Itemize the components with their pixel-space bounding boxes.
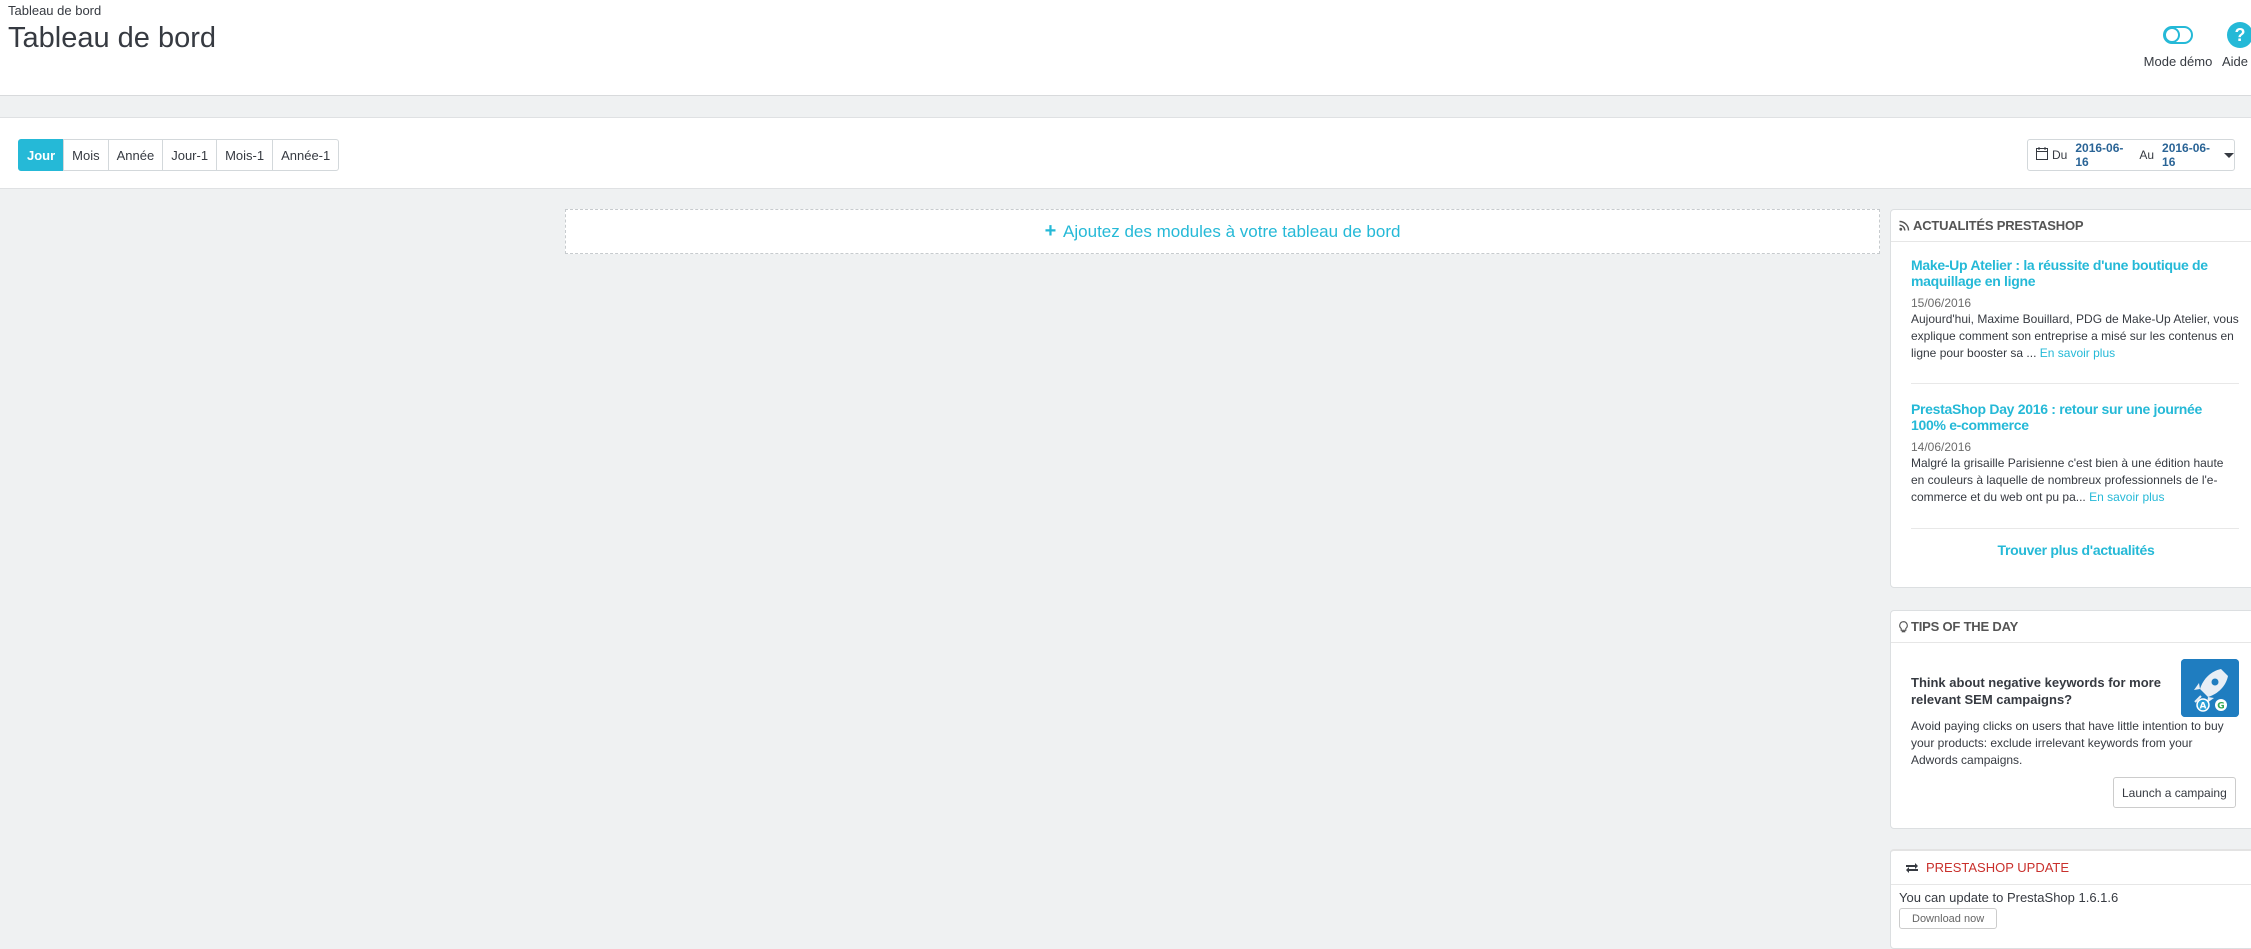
period-buttons: Jour Mois Année Jour-1 Mois-1 Année-1 <box>18 139 340 171</box>
period-annee-button[interactable]: Année <box>107 139 164 171</box>
period-annee-1-button[interactable]: Année-1 <box>272 139 340 171</box>
news-date: 15/06/2016 <box>1911 296 1972 310</box>
news-excerpt: Malgré la grisaille Parisienne c'est bie… <box>1911 455 2239 506</box>
news-title-link[interactable]: Make-Up Atelier : la réussite d'une bout… <box>1911 257 2239 289</box>
demo-mode-label: Mode démo <box>2143 54 2213 69</box>
tip-text: Avoid paying clicks on users that have l… <box>1911 719 2224 767</box>
help-label: Aide <box>2222 54 2249 69</box>
tip-title: Think about negative keywords for more r… <box>1911 675 2161 707</box>
demo-mode-button[interactable]: Mode démo <box>2136 18 2220 69</box>
download-now-button[interactable]: Download now <box>1899 908 1998 929</box>
news-panel: Actualités PrestaShop Make-Up Atelier : … <box>1890 209 2251 588</box>
breadcrumb[interactable]: Tableau de bord <box>8 3 101 18</box>
news-item: Make-Up Atelier : la réussite d'une bout… <box>1911 257 2239 362</box>
news-panel-heading: Actualités PrestaShop <box>1891 210 2251 242</box>
update-text: You can update to PrestaShop 1.6.1.6 <box>1899 890 2119 905</box>
news-excerpt: Aujourd'hui, Maxime Bouillard, PDG de Ma… <box>1911 311 2239 362</box>
date-to: 2016-06-16 <box>2162 141 2211 169</box>
news-divider <box>1911 383 2239 384</box>
news-excerpt-text: Malgré la grisaille Parisienne c'est bie… <box>1911 456 2224 504</box>
svg-text:G: G <box>2217 702 2224 712</box>
calendar-icon <box>2036 147 2048 163</box>
help-button[interactable]: ? Aide <box>2222 18 2251 69</box>
read-more-link[interactable]: En savoir plus <box>2089 490 2164 504</box>
more-news-link[interactable]: Trouver plus d'actualités <box>1891 542 2251 558</box>
toggle-icon <box>2136 18 2220 54</box>
period-jour-1-button[interactable]: Jour-1 <box>162 139 218 171</box>
page-title: Tableau de bord <box>8 22 216 54</box>
lightbulb-icon <box>1899 620 1908 632</box>
rocket-icon: A G <box>2181 659 2239 717</box>
date-from: 2016-06-16 <box>2075 141 2124 169</box>
news-item: PrestaShop Day 2016 : retour sur une jou… <box>1911 401 2239 506</box>
add-modules-button[interactable]: + Ajoutez des modules à votre tableau de… <box>565 209 1880 254</box>
date-prefix: Du <box>2052 148 2068 162</box>
tips-panel: Tips of the day Think about negative key… <box>1890 610 2251 829</box>
period-mois-1-button[interactable]: Mois-1 <box>216 139 274 171</box>
update-heading-label: PrestaShop update <box>1926 860 2070 875</box>
plus-icon: + <box>1044 220 1057 242</box>
news-date: 14/06/2016 <box>1911 440 1972 454</box>
add-modules-label: Ajoutez des modules à votre tableau de b… <box>1063 222 1401 241</box>
read-more-link[interactable]: En savoir plus <box>2040 346 2115 360</box>
news-divider <box>1911 528 2239 529</box>
help-icon: ? <box>2222 18 2251 54</box>
news-title-link[interactable]: PrestaShop Day 2016 : retour sur une jou… <box>1911 401 2239 433</box>
rss-icon <box>1899 220 1910 231</box>
launch-campaign-button[interactable]: Launch a campaing <box>2113 777 2236 808</box>
refresh-icon <box>1906 862 1918 873</box>
update-panel-heading: PrestaShop update <box>1891 851 2251 885</box>
date-range-picker[interactable]: Du 2016-06-16 Au 2016-06-16 <box>2027 139 2235 171</box>
page-header: Tableau de bord Tableau de bord Mode dém… <box>0 0 2251 96</box>
svg-text:A: A <box>2200 702 2207 712</box>
period-jour-button[interactable]: Jour <box>18 139 65 171</box>
tips-panel-heading: Tips of the day <box>1891 611 2251 643</box>
filter-bar: Jour Mois Année Jour-1 Mois-1 Année-1 Du… <box>0 117 2251 189</box>
chevron-down-icon <box>2224 152 2234 158</box>
tips-heading-label: Tips of the day <box>1911 619 2019 634</box>
news-heading-label: Actualités PrestaShop <box>1913 218 2084 233</box>
period-mois-button[interactable]: Mois <box>63 139 109 171</box>
update-panel: PrestaShop update You can update to Pres… <box>1890 849 2251 949</box>
date-middle: Au <box>2139 148 2155 162</box>
